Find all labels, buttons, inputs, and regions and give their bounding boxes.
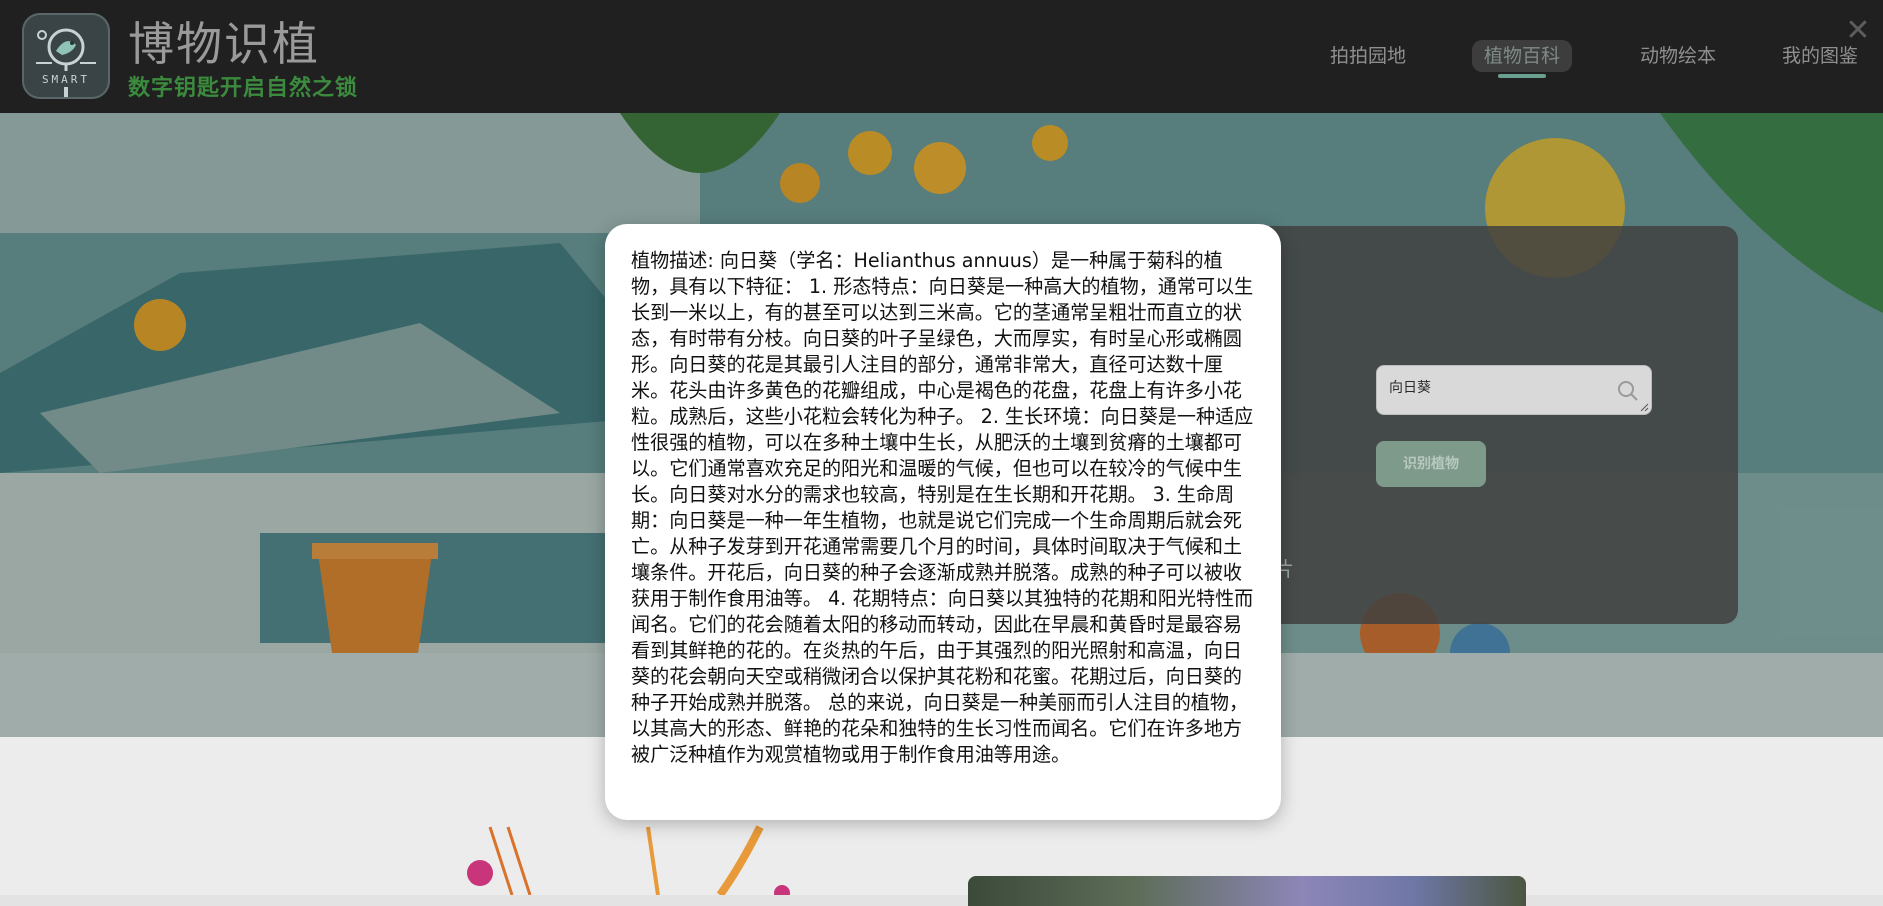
nav-item-animal-picturebook[interactable]: 动物绘本 (1628, 40, 1728, 72)
search-icon[interactable] (1617, 380, 1639, 402)
plant-thumbnail-image[interactable] (968, 876, 1526, 906)
close-icon[interactable]: ✕ (1843, 16, 1873, 46)
app-header: SMART 博物识植 数字钥匙开启自然之锁 拍拍园地 植物百科 动物绘本 我的图… (0, 0, 1883, 114)
nav-item-plant-encyclopedia[interactable]: 植物百科 (1472, 40, 1573, 78)
plant-description-modal: 植物描述: 向日葵（学名：Helianthus annuus）是一种属于菊科的植… (605, 224, 1281, 820)
nav-item-photo-garden[interactable]: 拍拍园地 (1318, 40, 1418, 72)
active-tab-indicator (1498, 74, 1546, 78)
identify-plant-button[interactable]: 识别植物 (1376, 441, 1486, 487)
plant-search-panel: 识别植物 (1240, 226, 1738, 624)
plant-search-box[interactable] (1376, 365, 1652, 415)
resize-grip-icon[interactable] (1639, 402, 1649, 412)
plant-description-text: 植物描述: 向日葵（学名：Helianthus annuus）是一种属于菊科的植… (631, 249, 1254, 766)
plant-search-input[interactable] (1389, 376, 1609, 398)
nav-item-label: 植物百科 (1484, 45, 1561, 67)
main-nav: 拍拍园地 植物百科 动物绘本 我的图鉴 (0, 40, 1883, 80)
